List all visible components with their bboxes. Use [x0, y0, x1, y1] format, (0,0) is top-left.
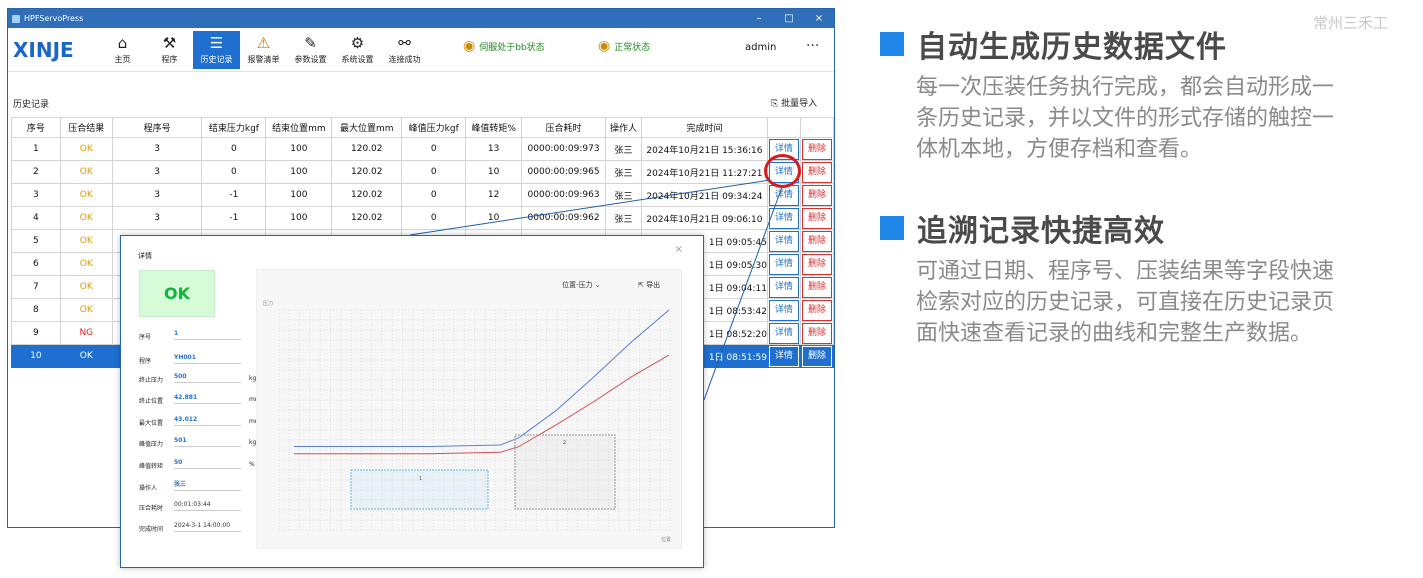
- field-value: 50: [174, 457, 241, 469]
- field-value: 00:01:03:44: [174, 499, 241, 511]
- field-label: 序号: [139, 334, 152, 341]
- field-label: 峰值压力: [139, 441, 164, 448]
- marker-label-2: 2: [563, 440, 566, 446]
- field-label: 完成时间: [139, 526, 164, 533]
- result-badge: OK: [139, 270, 215, 317]
- field-value: 43.012: [174, 414, 241, 426]
- field-label: 终止位置: [139, 398, 164, 405]
- field-value: 42.881: [174, 392, 241, 404]
- detail-field: 峰值压力 501 kgf: [139, 435, 258, 449]
- dialog-close-icon[interactable]: ×: [675, 244, 683, 255]
- detail-field: 终止位置 42.881 mm: [139, 392, 261, 406]
- field-value: 张三: [174, 479, 241, 491]
- field-value: 500: [174, 371, 241, 383]
- field-unit: %: [249, 461, 255, 468]
- field-value: 501: [174, 435, 241, 447]
- detail-field: 压合耗时 00:01:03:44: [139, 499, 249, 513]
- detail-dialog: 详情 × OK 序号 1 程序 YH001 终止压力 500 kgf 终止位置 42.881 mm…: [120, 235, 704, 568]
- marker-label-1: 1: [419, 476, 422, 482]
- dialog-title: 详情: [138, 252, 152, 260]
- chart-svg: 12: [278, 309, 672, 531]
- detail-field: 最大位置 43.012 mm: [139, 414, 261, 428]
- detail-field: 操作人 张三: [139, 479, 249, 493]
- detail-field: 序号 1: [139, 328, 249, 342]
- detail-field: 终止压力 500 kgf: [139, 371, 258, 385]
- detail-field: 程序 YH001: [139, 352, 249, 366]
- detail-field: 峰值转矩 50%: [139, 457, 255, 471]
- field-value: 2024-3-1 14:00:00: [174, 520, 241, 532]
- callout-line: [409, 179, 771, 236]
- field-label: 终止压力: [139, 377, 164, 384]
- callout-line: [703, 186, 783, 401]
- field-label: 峰值转矩: [139, 463, 164, 470]
- field-label: 操作人: [139, 485, 158, 492]
- selection-box-2[interactable]: [514, 434, 616, 510]
- field-value: 1: [174, 328, 241, 340]
- field-value: YH001: [174, 352, 241, 364]
- field-label: 最大位置: [139, 420, 164, 427]
- field-label: 压合耗时: [139, 505, 164, 512]
- curve-chart: 位置-压力 ⌄ ⇱ 导出 压力 位置 12: [256, 269, 682, 549]
- detail-field: 完成时间 2024-3-1 14:00:00: [139, 520, 249, 534]
- field-label: 程序: [139, 358, 152, 365]
